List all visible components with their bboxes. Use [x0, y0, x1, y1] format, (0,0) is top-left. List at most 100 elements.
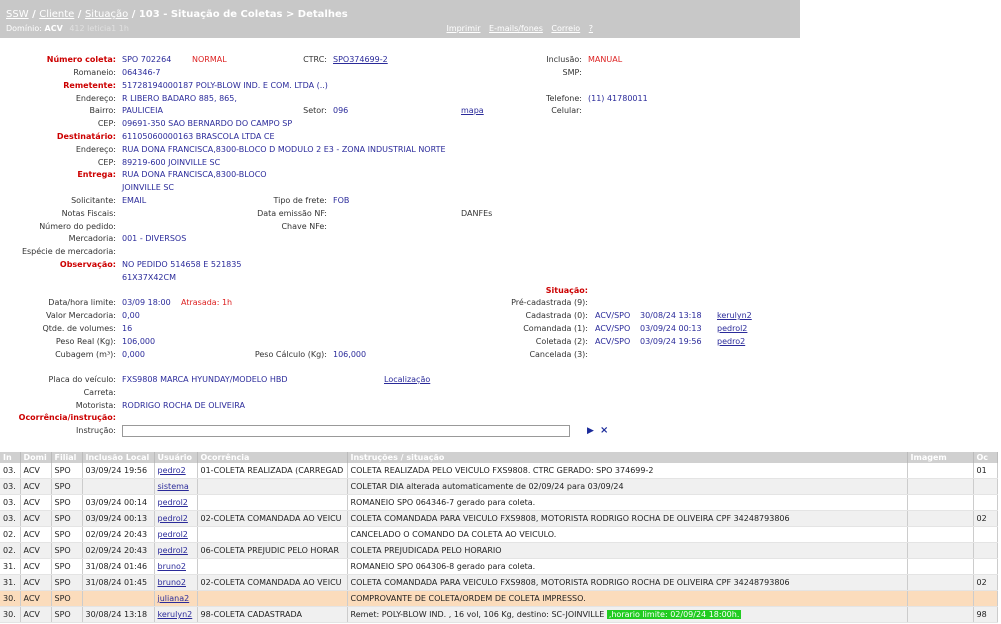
cell-filial: SPO — [51, 463, 83, 479]
close-icon[interactable]: × — [600, 425, 608, 436]
cell-ocorrencia — [197, 526, 348, 543]
cell-oc: 98 — [973, 606, 998, 623]
comandada-user-link[interactable]: pedrol2 — [717, 324, 747, 333]
remetente-label: Remetente: — [63, 81, 116, 90]
cell-inclusao: 03/09/24 00:14 — [82, 494, 155, 511]
cell-in: 30. — [0, 590, 21, 607]
cubagem-value: 0,000 — [122, 350, 145, 359]
col-header-oc[interactable]: Oc — [973, 452, 998, 463]
col-header-in[interactable]: In — [0, 452, 21, 463]
entrega-value-line2: JOINVILLE SC — [122, 183, 175, 192]
col-header-dominio[interactable]: Domi — [20, 452, 52, 463]
mapa-link[interactable]: mapa — [461, 106, 484, 115]
cell-oc — [973, 526, 998, 543]
col-header-filial[interactable]: Filial — [51, 452, 83, 463]
cell-ocorrencia: 01-COLETA REALIZADA (CARREGAD — [197, 463, 348, 479]
inclusao-label: Inclusão: — [546, 55, 582, 64]
cell-oc — [973, 542, 998, 559]
user-link[interactable]: pedrol2 — [158, 514, 188, 523]
coletada-user-link[interactable]: pedro2 — [717, 337, 745, 346]
table-row-highlighted: 30. ACV SPO juliana2 COMPROVANTE DE COLE… — [0, 590, 998, 607]
destinatario-value: 61105060000163 BRASCOLA LTDA CE — [122, 132, 275, 141]
cell-instrucoes: COLETA COMANDADA PARA VEICULO FXS9808, M… — [347, 510, 908, 527]
domain-faint-text: 412 leticia1 1h — [69, 24, 129, 33]
col-header-instrucoes[interactable]: Instruções / situação — [347, 452, 908, 463]
bairro-value: PAULICEIA — [122, 106, 163, 115]
cell-instrucoes: COLETAR DIA alterada automaticamente de … — [347, 478, 908, 495]
cell-instrucoes: ROMANEIO SPO 064306-8 gerado para coleta… — [347, 558, 908, 575]
user-link[interactable]: pedrol2 — [158, 498, 188, 507]
placa-value: FXS9808 MARCA HYUNDAY/MODELO HBD — [122, 375, 288, 384]
cell-filial: SPO — [51, 542, 83, 559]
romaneio-value: 064346-7 — [122, 68, 161, 77]
cell-imagem — [907, 478, 974, 495]
col-header-usuario[interactable]: Usuário — [154, 452, 198, 463]
carreta-label: Carreta: — [83, 388, 116, 397]
ctrc-link[interactable]: SPO374699-2 — [333, 55, 388, 64]
peso-real-label: Peso Real (Kg): — [55, 337, 116, 346]
cell-inclusao: 30/08/24 13:18 — [82, 606, 155, 623]
user-link[interactable]: pedrol2 — [158, 530, 188, 539]
comandada-datetime: 03/09/24 00:13 — [640, 324, 702, 333]
cell-filial: SPO — [51, 590, 83, 607]
cell-ocorrencia — [197, 494, 348, 511]
cell-ocorrencia — [197, 590, 348, 607]
cell-filial: SPO — [51, 478, 83, 495]
mercadoria-label: Mercadoria: — [68, 234, 116, 243]
cell-in: 03. — [0, 510, 21, 527]
table-body: 03. ACV SPO 03/09/24 19:56 pedro2 01-COL… — [0, 463, 998, 623]
endereco-destinatario-label: Endereço: — [75, 145, 116, 154]
cell-imagem — [907, 574, 974, 591]
cadastrada-user-link[interactable]: kerulyn2 — [717, 311, 752, 320]
cubagem-label: Cubagem (m³): — [55, 350, 116, 359]
print-link[interactable]: Imprimir — [446, 24, 480, 33]
cell-oc: 02 — [973, 574, 998, 591]
col-header-imagem[interactable]: Imagem — [907, 452, 974, 463]
page-title: 103 - Situação de Coletas > Detalhes — [138, 9, 348, 20]
cell-dominio: ACV — [20, 542, 52, 559]
breadcrumb-cliente[interactable]: Cliente — [39, 9, 74, 20]
user-link[interactable]: bruno2 — [158, 578, 187, 587]
cell-inclusao: 03/09/24 19:56 — [82, 463, 155, 479]
comandada-unit: ACV/SPO — [595, 324, 631, 333]
emails-phones-link[interactable]: E-mails/fones — [489, 24, 543, 33]
breadcrumb-situacao[interactable]: Situação — [85, 9, 128, 20]
cell-usuario: pedro2 — [154, 463, 198, 479]
user-link[interactable]: sistema — [158, 482, 189, 491]
cell-imagem — [907, 590, 974, 607]
top-links: Imprimir E-mails/fones Correio ? — [440, 24, 593, 33]
cell-ocorrencia: 02-COLETA COMANDADA AO VEICU — [197, 510, 348, 527]
domain-info: Domínio: ACV 412 leticia1 1h — [6, 24, 129, 33]
col-header-ocorrencia[interactable]: Ocorrência — [197, 452, 348, 463]
table-row: 03. ACV SPO 03/09/24 00:14 pedrol2 ROMAN… — [0, 494, 998, 511]
table-row: 30. ACV SPO 30/08/24 13:18 kerulyn2 98-C… — [0, 606, 998, 623]
user-link[interactable]: pedro2 — [158, 466, 186, 475]
danfes-label: DANFEs — [461, 209, 493, 218]
user-link[interactable]: juliana2 — [158, 594, 190, 603]
cell-imagem — [907, 526, 974, 543]
table-row: 31. ACV SPO 31/08/24 01:45 bruno2 02-COL… — [0, 574, 998, 591]
header-bar: SSW / Cliente / Situação / 103 - Situaçã… — [0, 0, 800, 38]
col-header-inclusao[interactable]: Inclusão Local — [82, 452, 155, 463]
breadcrumb-ssw[interactable]: SSW — [6, 9, 29, 20]
cadastrada-datetime: 30/08/24 13:18 — [640, 311, 702, 320]
notas-fiscais-label: Notas Fiscais: — [61, 209, 116, 218]
instrucao-input[interactable] — [122, 425, 570, 437]
user-link[interactable]: kerulyn2 — [158, 610, 193, 619]
cell-oc: 02 — [973, 510, 998, 527]
cell-instrucoes: COLETA PREJUDICADA PELO HORARIO — [347, 542, 908, 559]
localizacao-link[interactable]: Localização — [384, 375, 430, 384]
cell-usuario: kerulyn2 — [154, 606, 198, 623]
cadastrada-unit: ACV/SPO — [595, 311, 631, 320]
help-link[interactable]: ? — [589, 24, 593, 33]
qtde-volumes-label: Qtde. de volumes: — [42, 324, 116, 333]
cell-dominio: ACV — [20, 510, 52, 527]
cell-instrucoes: CANCELADO O COMANDO DA COLETA AO VEICULO… — [347, 526, 908, 543]
mail-link[interactable]: Correio — [551, 24, 580, 33]
cell-dominio: ACV — [20, 463, 52, 479]
user-link[interactable]: bruno2 — [158, 562, 187, 571]
submit-play-icon[interactable]: ▶ — [587, 426, 594, 436]
telefone-label: Telefone: — [546, 94, 582, 103]
atrasada-text: Atrasada: 1h — [181, 298, 233, 307]
user-link[interactable]: pedrol2 — [158, 546, 188, 555]
